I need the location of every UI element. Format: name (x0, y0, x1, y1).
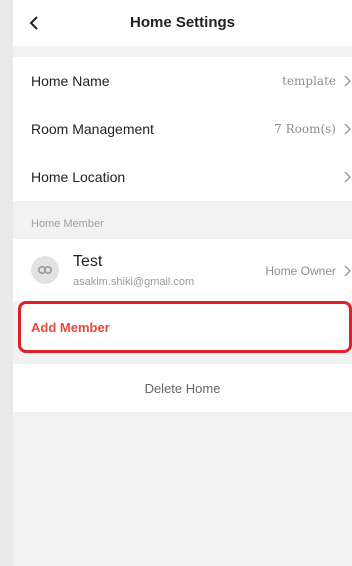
chevron-right-icon (344, 123, 351, 135)
home-member-section-label: Home Member (31, 218, 104, 230)
home-settings-screen: Home Settings Home Name template Room Ma… (13, 0, 352, 566)
chevron-right-icon (344, 75, 351, 87)
member-name: Test (73, 253, 103, 270)
room-management-label: Room Management (31, 121, 154, 137)
room-management-row[interactable]: Room Management 7 Room(s) (13, 105, 352, 153)
add-member-label: Add Member (31, 319, 110, 335)
home-location-label: Home Location (31, 169, 126, 185)
chevron-right-icon (344, 265, 351, 277)
member-role: Home Owner (265, 264, 336, 278)
room-management-value: 7 Room(s) (274, 122, 336, 136)
member-row[interactable]: Test asakim.shiki@gmail.com Home Owner (13, 239, 352, 301)
members-group: Test asakim.shiki@gmail.com Home Owner (13, 239, 352, 301)
delete-home-button[interactable]: Delete Home (13, 364, 352, 412)
settings-group: Home Name template Room Management 7 Roo… (13, 57, 352, 201)
home-location-row[interactable]: Home Location (13, 153, 352, 201)
avatar-icon (37, 265, 53, 275)
home-name-label: Home Name (31, 73, 110, 89)
avatar (31, 256, 59, 284)
home-name-row[interactable]: Home Name template (13, 57, 352, 105)
add-member-button[interactable]: Add Member (18, 301, 352, 353)
header: Home Settings (13, 0, 352, 46)
home-name-value: template (282, 74, 336, 88)
member-email: asakim.shiki@gmail.com (73, 276, 195, 288)
page-title: Home Settings (129, 14, 235, 31)
chevron-right-icon (344, 171, 351, 183)
